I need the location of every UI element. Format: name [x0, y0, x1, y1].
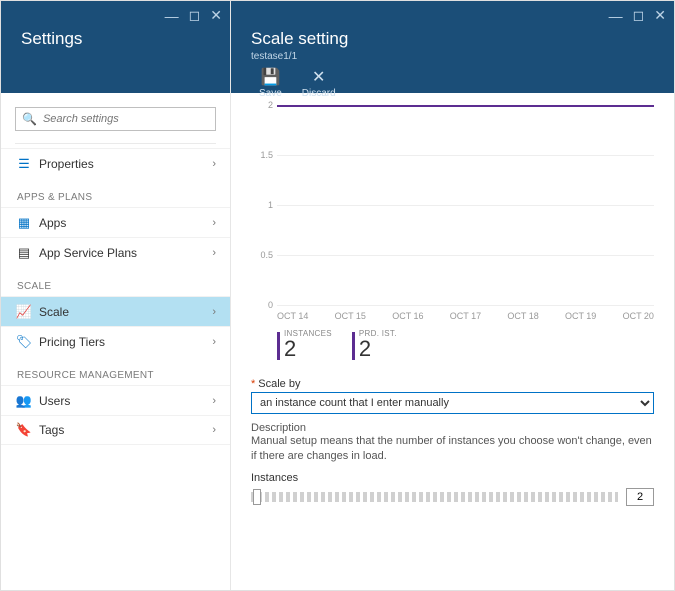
y-tick: 1: [249, 200, 273, 210]
chart-metrics: INSTANCES 2 PRD. IST. 2: [277, 329, 658, 360]
y-tick: 0.5: [249, 250, 273, 260]
metric-indicator-bar: [277, 332, 280, 360]
sidebar-item-scale[interactable]: 📈 Scale ›: [1, 296, 230, 326]
sidebar-item-label: Properties: [33, 157, 212, 171]
sidebar-item-pricing-tiers[interactable]: 🏷 Pricing Tiers ›: [1, 326, 230, 356]
pricing-icon: 🏷: [15, 334, 33, 350]
y-tick: 2: [249, 100, 273, 110]
metric-prd-ist: PRD. IST. 2: [352, 329, 397, 360]
minimize-icon[interactable]: ―: [609, 8, 623, 24]
search-box[interactable]: 🔍: [15, 107, 216, 131]
series-line-instances: [277, 105, 654, 107]
instances-label: Instances: [251, 472, 654, 484]
maximize-icon[interactable]: ◻: [633, 7, 645, 24]
sidebar-item-tags[interactable]: 🔖 Tags ›: [1, 415, 230, 445]
divider: [15, 143, 216, 144]
metric-indicator-bar: [352, 332, 355, 360]
metric-instances: INSTANCES 2: [277, 329, 332, 360]
x-tick: OCT 17: [450, 311, 481, 321]
x-tick: OCT 16: [392, 311, 423, 321]
sidebar-item-label: App Service Plans: [33, 246, 212, 260]
scale-by-select[interactable]: an instance count that I enter manually: [251, 392, 654, 414]
y-tick: 0: [249, 300, 273, 310]
scale-icon: 📈: [15, 304, 33, 320]
close-icon[interactable]: ✕: [654, 7, 666, 24]
section-header-resource-management: RESOURCE MANAGEMENT: [1, 356, 230, 385]
required-icon: *: [251, 378, 255, 390]
sidebar-item-label: Pricing Tiers: [33, 335, 212, 349]
chevron-right-icon: ›: [212, 217, 216, 229]
x-tick: OCT 18: [507, 311, 538, 321]
metric-value: 2: [359, 338, 397, 360]
section-header-scale: SCALE: [1, 267, 230, 296]
description-text: Manual setup means that the number of in…: [251, 434, 654, 464]
x-axis: OCT 14 OCT 15 OCT 16 OCT 17 OCT 18 OCT 1…: [277, 311, 654, 321]
sidebar-item-apps[interactable]: ▦ Apps ›: [1, 207, 230, 237]
sidebar-item-label: Apps: [33, 216, 212, 230]
chevron-right-icon: ›: [212, 424, 216, 436]
scale-setting-blade: ― ◻ ✕ Scale setting testase1/1 💾 Save ✕ …: [231, 1, 674, 590]
sidebar-item-label: Users: [33, 394, 212, 408]
search-input[interactable]: [41, 112, 209, 126]
sidebar-item-properties[interactable]: ☰ Properties ›: [1, 148, 230, 178]
scale-form: *Scale by an instance count that I enter…: [231, 360, 674, 506]
x-tick: OCT 19: [565, 311, 596, 321]
instances-chart: 2 1.5 1 0.5 0 OCT 14 OCT 15 OCT 16 OCT 1…: [231, 93, 674, 360]
sidebar-item-users[interactable]: 👥 Users ›: [1, 385, 230, 415]
plans-icon: ▤: [15, 245, 33, 261]
y-tick: 1.5: [249, 150, 273, 160]
scale-title: Scale setting: [231, 1, 674, 49]
search-icon: 🔍: [22, 112, 37, 126]
chart-grid: 2 1.5 1 0.5 0: [277, 105, 654, 305]
instances-value-input[interactable]: [626, 488, 654, 506]
chevron-right-icon: ›: [212, 336, 216, 348]
chevron-right-icon: ›: [212, 158, 216, 170]
section-header-apps-plans: APPS & PLANS: [1, 178, 230, 207]
scale-window-controls: ― ◻ ✕: [609, 7, 666, 24]
chevron-right-icon: ›: [212, 306, 216, 318]
close-icon[interactable]: ✕: [210, 7, 222, 24]
settings-body: 🔍 ☰ Properties › APPS & PLANS ▦ Apps › ▤…: [1, 93, 230, 590]
scale-by-label: *Scale by: [251, 378, 654, 390]
minimize-icon[interactable]: ―: [165, 8, 179, 24]
metric-value: 2: [284, 338, 332, 360]
tags-icon: 🔖: [15, 422, 33, 438]
slider-thumb[interactable]: [253, 489, 261, 505]
chevron-right-icon: ›: [212, 247, 216, 259]
scale-header: ― ◻ ✕ Scale setting testase1/1 💾 Save ✕ …: [231, 1, 674, 93]
maximize-icon[interactable]: ◻: [189, 7, 201, 24]
settings-blade: ― ◻ ✕ Settings 🔍 ☰ Properties › APPS & P…: [1, 1, 231, 590]
x-tick: OCT 14: [277, 311, 308, 321]
x-tick: OCT 20: [623, 311, 654, 321]
description-label: Description: [251, 422, 654, 434]
app-root: ― ◻ ✕ Settings 🔍 ☰ Properties › APPS & P…: [0, 0, 675, 591]
settings-window-controls: ― ◻ ✕: [165, 7, 222, 24]
chevron-right-icon: ›: [212, 395, 216, 407]
settings-header: ― ◻ ✕ Settings: [1, 1, 230, 93]
discard-icon: ✕: [312, 70, 325, 86]
sidebar-item-app-service-plans[interactable]: ▤ App Service Plans ›: [1, 237, 230, 267]
apps-icon: ▦: [15, 215, 33, 231]
save-icon: 💾: [260, 70, 280, 86]
sidebar-item-label: Scale: [33, 305, 212, 319]
scale-body: 2 1.5 1 0.5 0 OCT 14 OCT 15 OCT 16 OCT 1…: [231, 93, 674, 590]
sidebar-item-label: Tags: [33, 423, 212, 437]
instances-slider-row: [251, 488, 654, 506]
properties-icon: ☰: [15, 156, 33, 172]
scale-subtitle: testase1/1: [231, 49, 674, 62]
x-tick: OCT 15: [335, 311, 366, 321]
users-icon: 👥: [15, 393, 33, 409]
instances-slider[interactable]: [251, 492, 618, 502]
